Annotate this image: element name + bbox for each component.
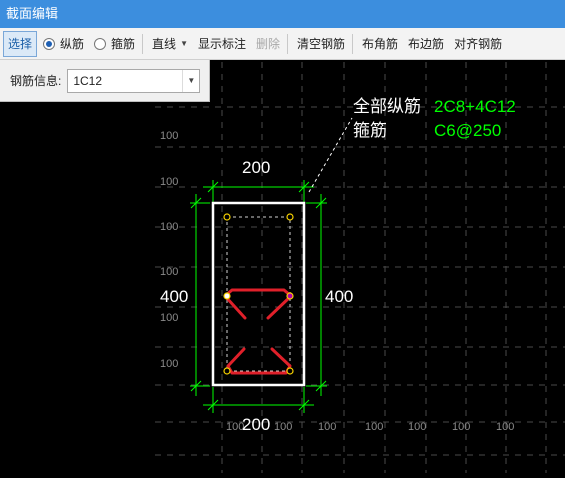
grid-label: 100 [160,358,178,370]
grid-label: 100 [496,421,514,433]
rebar-info-value: 1C12 [73,73,103,88]
side-rebar-button[interactable]: 布边筋 [404,32,448,56]
show-annotation-button[interactable]: 显示标注 [194,32,250,56]
line-mode-label: 直线 [152,37,177,51]
rebar-point[interactable] [223,292,231,300]
rebar-points [223,213,294,375]
radio-unchecked-icon [94,37,107,50]
clear-rebar-button[interactable]: 清空钢筋 [293,32,349,56]
all-longitudinal-value: 2C8+4C12 [434,97,516,116]
chevron-down-icon: ▼ [180,39,188,48]
toolbar-divider [352,33,354,54]
longitudinal-radio[interactable]: 纵筋 [39,32,88,56]
longitudinal-label: 纵筋 [60,37,85,51]
grid-label: 100 [365,421,383,433]
window-title: 截面编辑 [0,0,565,28]
rebar-annotation[interactable]: 全部纵筋 2C8+4C12 箍筋 C6@250 [353,97,516,140]
rebar-point[interactable] [286,292,294,300]
delete-button[interactable]: 删除 [252,32,284,56]
toolbar: 选择 纵筋 箍筋 直线 ▼ 显示标注 删除 清空钢筋 布角筋 布边筋 对齐钢筋 [0,28,565,60]
corner-rebar-button[interactable]: 布角筋 [358,32,402,56]
all-longitudinal-label: 全部纵筋 [353,97,421,116]
stirrup-label: 箍筋 [111,37,136,51]
grid-label: 100 [408,421,426,433]
rebar-info-combobox[interactable]: 1C12 ▼ [67,68,201,93]
section-drawing: 100 100 100 100 100 100 100 100 100 100 … [155,62,565,473]
dimension-right-height: 400 [325,287,353,306]
rebar-point[interactable] [223,367,231,375]
stirrup-radio[interactable]: 箍筋 [90,32,139,56]
rebar-info-panel: 钢筋信息: 1C12 ▼ [0,60,210,102]
dimension-lines [190,180,327,413]
rebar-point[interactable] [223,213,231,221]
grid-label: 100 [160,312,178,324]
section-canvas[interactable]: 100 100 100 100 100 100 100 100 100 100 … [0,60,565,473]
grid-label: 100 [160,266,178,278]
grid-label: 100 [274,421,292,433]
rebar-point[interactable] [286,367,294,375]
grid-label: 100 [160,221,178,233]
rebar-info-label: 钢筋信息: [10,74,62,88]
grid-label: 100 [160,130,178,142]
grid-label: 100 [160,176,178,188]
stirrup-outline[interactable] [226,216,291,372]
dimension-bottom-width: 200 [242,415,270,434]
toolbar-divider [287,33,289,54]
radio-checked-icon [43,37,56,50]
annotation-leader-line [308,117,353,193]
rebar-point[interactable] [286,213,294,221]
grid-label: 100 [318,421,336,433]
grid-label: 100 [452,421,470,433]
rebar-hooks [223,288,293,375]
toolbar-divider [142,33,144,54]
chevron-down-icon[interactable]: ▼ [182,69,199,92]
dimension-left-height: 400 [160,287,188,306]
stirrup-annotation-value: C6@250 [434,121,501,140]
line-mode-dropdown[interactable]: 直线 ▼ [148,32,192,56]
align-rebar-button[interactable]: 对齐钢筋 [450,32,506,56]
dimension-top-width: 200 [242,158,270,177]
select-button[interactable]: 选择 [3,30,38,57]
stirrup-annotation-label: 箍筋 [353,121,387,140]
